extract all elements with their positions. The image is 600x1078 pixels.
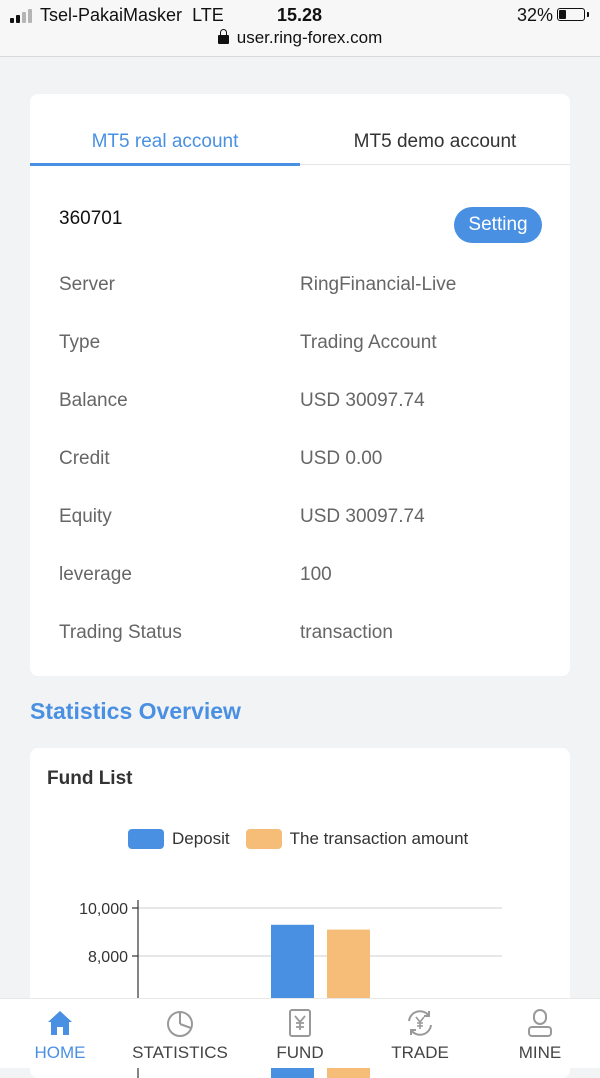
y-tick-label: 10,000	[79, 901, 128, 918]
info-row-type: Type Trading Account	[30, 332, 570, 362]
nav-statistics[interactable]: STATISTICS	[120, 999, 240, 1068]
trade-icon	[408, 1010, 432, 1036]
tab-mt5-demo[interactable]: MT5 demo account	[300, 94, 570, 166]
info-label: Trading Status	[59, 622, 182, 643]
info-row-trading-status: Trading Status transaction	[30, 622, 570, 652]
account-tabs: MT5 real account MT5 demo account	[30, 94, 570, 166]
active-tab-indicator	[30, 163, 300, 166]
legend-item-transaction[interactable]: The transaction amount	[245, 829, 469, 849]
pie-chart-icon	[167, 1011, 193, 1037]
info-label: leverage	[59, 564, 132, 585]
info-row-equity: Equity USD 30097.74	[30, 506, 570, 536]
statistics-overview-title: Statistics Overview	[30, 698, 241, 724]
nav-label: STATISTICS	[132, 1043, 228, 1062]
info-label: Equity	[59, 506, 112, 527]
status-bar: Tsel-PakaiMasker LTE 15.28 32% user.ring…	[0, 0, 600, 57]
y-tick-label: 8,000	[88, 949, 128, 966]
account-card: MT5 real account MT5 demo account 360701…	[30, 94, 570, 676]
legend-swatch-transaction	[245, 829, 282, 849]
nav-label: FUND	[276, 1043, 324, 1062]
user-icon	[528, 1009, 552, 1037]
lock-icon	[217, 29, 229, 44]
battery-percent: 32%	[517, 5, 554, 25]
legend-item-deposit[interactable]: Deposit	[128, 829, 230, 849]
info-label: Server	[59, 274, 115, 295]
nav-mine[interactable]: MINE	[480, 999, 600, 1068]
info-row-leverage: leverage 100	[30, 564, 570, 594]
info-value: 100	[300, 564, 332, 585]
nav-label: TRADE	[391, 1043, 449, 1062]
info-value: USD 30097.74	[300, 506, 425, 527]
fund-list-title: Fund List	[47, 768, 133, 789]
status-time: 15.28	[277, 5, 323, 25]
tab-mt5-real[interactable]: MT5 real account	[30, 94, 300, 166]
info-row-balance: Balance USD 30097.74	[30, 390, 570, 420]
nav-trade[interactable]: TRADE	[360, 999, 480, 1068]
info-value: RingFinancial-Live	[300, 274, 457, 295]
info-value: Trading Account	[300, 332, 437, 353]
battery-icon	[557, 8, 589, 21]
info-label: Credit	[59, 448, 110, 469]
home-icon	[48, 1011, 72, 1035]
info-value: transaction	[300, 622, 393, 643]
setting-button[interactable]: Setting	[454, 207, 542, 243]
nav-label: MINE	[518, 1043, 562, 1062]
url-bar[interactable]: user.ring-forex.com	[0, 28, 600, 48]
info-label: Balance	[59, 390, 128, 411]
network-type: LTE	[192, 5, 224, 25]
legend-label: Deposit	[172, 829, 230, 848]
info-value: USD 30097.74	[300, 390, 425, 411]
info-label: Type	[59, 332, 101, 353]
nav-fund[interactable]: FUND	[240, 999, 360, 1068]
bottom-nav: HOME STATISTICS FUND TRADE MINE	[0, 998, 600, 1068]
legend-swatch-deposit	[128, 829, 164, 849]
url-text: user.ring-forex.com	[236, 28, 383, 47]
legend-label: The transaction amount	[289, 829, 469, 848]
info-value: USD 0.00	[300, 448, 383, 469]
nav-home[interactable]: HOME	[0, 999, 120, 1068]
signal-icon	[10, 9, 32, 23]
tab-divider	[300, 164, 570, 165]
fund-icon	[289, 1009, 311, 1037]
nav-label: HOME	[34, 1043, 86, 1062]
chart-legend: Deposit The transaction amount	[128, 828, 484, 850]
carrier-name: Tsel-PakaiMasker	[40, 5, 183, 25]
status-carrier: Tsel-PakaiMasker LTE	[40, 5, 224, 26]
info-row-server: Server RingFinancial-Live	[30, 274, 570, 304]
account-number: 360701	[59, 208, 123, 229]
info-row-credit: Credit USD 0.00	[30, 448, 570, 478]
